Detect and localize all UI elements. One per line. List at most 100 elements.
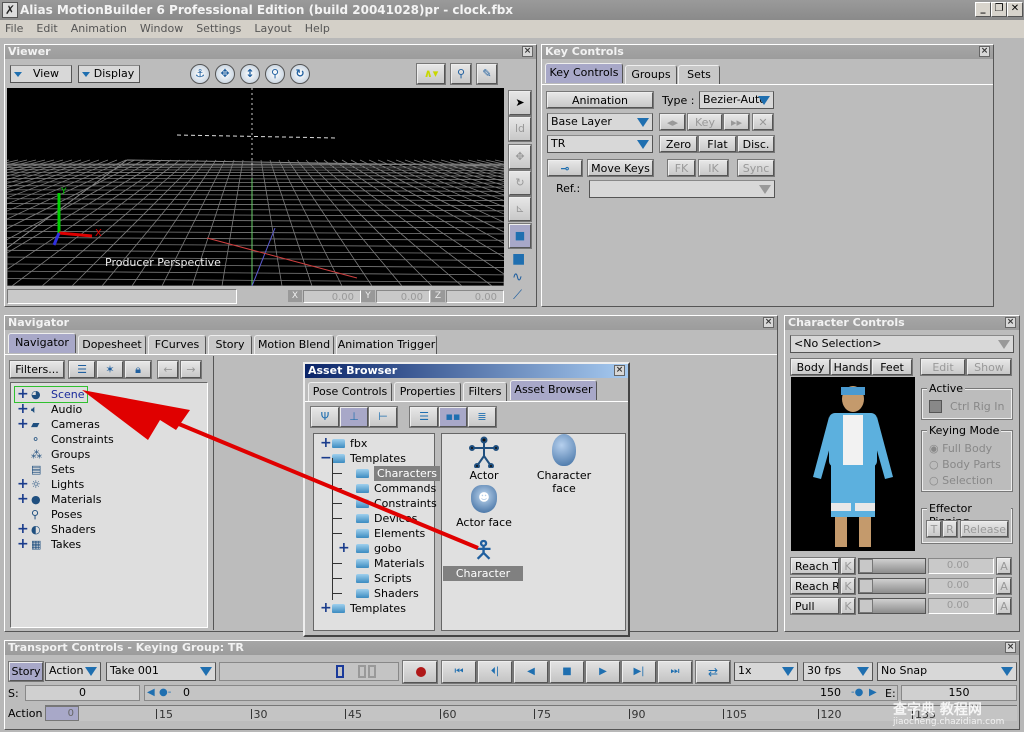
expand-icon[interactable]: +: [17, 492, 29, 506]
asset-actor[interactable]: Actor: [464, 436, 504, 482]
anchor-icon[interactable]: ⚓: [190, 64, 210, 84]
timeline-ruler[interactable]: 0 15 30 45 60 75 90 105 120 135: [45, 705, 1017, 721]
folder-materials[interactable]: Materials: [318, 556, 434, 571]
feet-tab[interactable]: Feet: [871, 358, 913, 376]
scale-icon[interactable]: ⊾: [508, 196, 532, 222]
close-icon[interactable]: ×: [979, 46, 990, 57]
menu-file[interactable]: File: [5, 22, 23, 35]
tree-item-shaders[interactable]: + ◐ Shaders: [15, 522, 105, 537]
menu-edit[interactable]: Edit: [36, 22, 57, 35]
tree-item-scene[interactable]: + ◕ Scene: [14, 386, 88, 403]
auto-a-button[interactable]: A: [996, 557, 1012, 575]
bend-icon[interactable]: ⟋: [513, 288, 522, 303]
2d-zoom-icon[interactable]: ⚲: [450, 63, 472, 85]
expand-icon[interactable]: +: [338, 541, 350, 555]
folder-scripts[interactable]: Scripts: [318, 571, 434, 586]
key-k-button[interactable]: K: [840, 597, 856, 615]
expand-icon[interactable]: +: [17, 402, 29, 416]
filters-button[interactable]: Filters...: [9, 360, 65, 379]
slider-value[interactable]: 0.00: [928, 598, 994, 614]
slider-value[interactable]: 0.00: [928, 558, 994, 574]
folder-commands[interactable]: Commands: [318, 481, 436, 496]
translate-icon[interactable]: ✥: [508, 144, 532, 170]
step-back-icon[interactable]: ◀: [147, 687, 155, 698]
tab-navigator[interactable]: Navigator: [8, 333, 76, 353]
z-coord-field[interactable]: 0.00: [446, 290, 504, 303]
speed-dropdown[interactable]: 1x: [734, 662, 798, 681]
restore-button[interactable]: ❐: [991, 2, 1007, 17]
zoom-icon[interactable]: ⚲: [265, 64, 285, 84]
expand-icon[interactable]: +: [17, 417, 29, 431]
tab-groups[interactable]: Groups: [625, 65, 677, 85]
pan-icon[interactable]: ✥: [215, 64, 235, 84]
tree-view-icon[interactable]: Ψ: [310, 406, 340, 428]
folder-templates[interactable]: − Templates: [318, 451, 434, 466]
prev-key-button[interactable]: ◂▸: [659, 113, 686, 131]
expand-icon[interactable]: +: [17, 477, 29, 491]
hands-tab[interactable]: Hands: [830, 358, 872, 376]
loop-region[interactable]: [219, 662, 399, 681]
close-icon[interactable]: ×: [522, 46, 533, 57]
go-to-start-button[interactable]: ⏮: [441, 660, 477, 684]
expand-icon[interactable]: +: [17, 522, 29, 536]
ctrl-rig-checkbox[interactable]: [929, 400, 942, 413]
auto-a-button[interactable]: A: [996, 577, 1012, 595]
close-icon[interactable]: ×: [1005, 642, 1016, 653]
start-marker-icon[interactable]: ●-: [159, 687, 171, 698]
slider-thumb[interactable]: [859, 579, 873, 593]
list-icon[interactable]: ☰: [409, 406, 439, 428]
folder-constraints[interactable]: Constraints: [318, 496, 437, 511]
tab-pose-controls[interactable]: Pose Controls: [308, 382, 392, 402]
tree-item-lights[interactable]: + ☼ Lights: [15, 477, 105, 492]
asset-grid[interactable]: Actor Character face ☻ Actor face 🯅 Char…: [441, 433, 626, 631]
go-to-end-button[interactable]: ⏭: [657, 660, 693, 684]
type-dropdown[interactable]: Bezier-Auto: [699, 91, 774, 109]
action-dropdown[interactable]: Action: [45, 662, 101, 681]
magic-wand-icon[interactable]: ✶: [96, 360, 124, 379]
keying-group-dropdown[interactable]: TR: [547, 135, 653, 153]
fk-button[interactable]: FK: [667, 159, 696, 177]
folder-tree[interactable]: + fbx − Templates Characters Commands Constrai…: [313, 433, 441, 631]
disc-button[interactable]: Disc.: [737, 135, 775, 153]
tree-item-takes[interactable]: + ▦ Takes: [15, 537, 105, 552]
close-icon[interactable]: ×: [614, 365, 625, 376]
slider-thumb[interactable]: [859, 599, 873, 613]
curve-mode-icon[interactable]: ∧▾: [416, 63, 446, 85]
folder-characters[interactable]: Characters: [318, 466, 441, 481]
icon-view-icon[interactable]: ▪▪: [438, 406, 468, 428]
end-marker-icon[interactable]: -●: [851, 687, 863, 698]
minimize-button[interactable]: _: [975, 2, 991, 17]
display-menu-button[interactable]: Display: [78, 65, 140, 83]
menu-layout[interactable]: Layout: [254, 22, 291, 35]
tree-item-poses[interactable]: ⚲ Poses: [15, 507, 105, 522]
folder-devices[interactable]: Devices: [318, 511, 434, 526]
slider-thumb[interactable]: [859, 559, 873, 573]
ld-icon[interactable]: ld: [508, 116, 532, 142]
3d-viewport[interactable]: X Y Producer Perspective: [7, 88, 504, 286]
animation-button[interactable]: Animation: [546, 91, 654, 109]
flat-button[interactable]: Flat: [698, 135, 737, 153]
list-view-icon[interactable]: ☰: [68, 360, 96, 379]
show-button[interactable]: Show: [966, 358, 1012, 376]
next-key-frame-button[interactable]: ▶|: [621, 660, 657, 684]
key-k-button[interactable]: K: [840, 577, 856, 595]
folder-fbx[interactable]: + fbx: [318, 436, 434, 451]
folder-shaders[interactable]: Shaders: [318, 586, 434, 601]
tab-properties[interactable]: Properties: [394, 382, 461, 402]
tab-animation-trigger[interactable]: Animation Trigger: [336, 335, 437, 355]
step-forward-icon[interactable]: ▶: [869, 687, 877, 698]
sync-button[interactable]: Sync: [737, 159, 775, 177]
close-icon[interactable]: ×: [763, 317, 774, 328]
key-icon[interactable]: ⊸: [547, 159, 583, 177]
close-window-button[interactable]: ✕: [1007, 2, 1023, 17]
scene-tree[interactable]: + ◕ Scene + 🔈︎ Audio + ▰ Cameras ⚬ Constraints ⁂ Gro…: [10, 382, 208, 628]
view-menu-button[interactable]: View: [10, 65, 72, 83]
tab-dopesheet[interactable]: Dopesheet: [78, 335, 146, 355]
move-keys-button[interactable]: Move Keys: [587, 159, 654, 177]
stop-button[interactable]: ■: [549, 660, 585, 684]
folder-elements[interactable]: Elements: [318, 526, 434, 541]
left-align-icon[interactable]: ⊢: [368, 406, 398, 428]
bottom-align-icon[interactable]: ⊥: [339, 406, 369, 428]
delete-key-icon[interactable]: ✕: [752, 113, 774, 131]
key-k-button[interactable]: K: [840, 557, 856, 575]
